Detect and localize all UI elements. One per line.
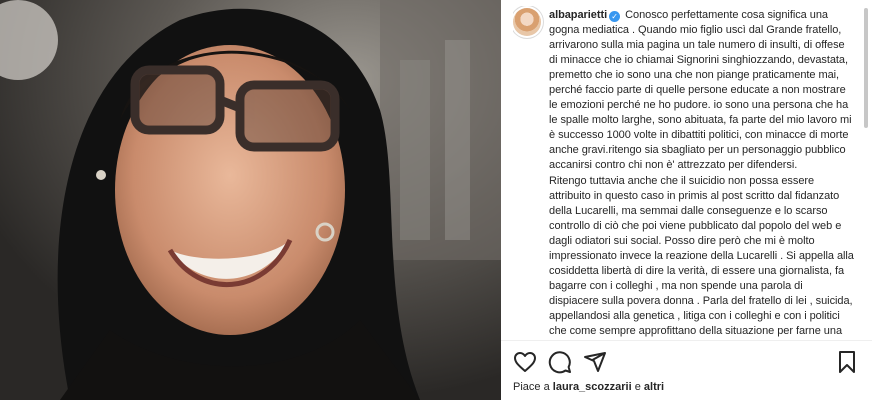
caption-text: albaparietti ✓ Conosco perfettamente cosa…: [549, 8, 855, 340]
caption-body: Conosco perfettamente cosa significa una…: [549, 9, 854, 337]
woman-portrait-image: [0, 0, 501, 400]
post-photo[interactable]: [0, 0, 501, 400]
comment-icon[interactable]: [548, 350, 572, 374]
bookmark-icon[interactable]: [835, 350, 859, 374]
action-bar: [513, 350, 859, 374]
post-detail-panel: albaparietti ✓ Conosco perfettamente cosa…: [501, 0, 872, 400]
username[interactable]: albaparietti: [549, 9, 607, 21]
liked-by-user[interactable]: laura_scozzarii: [553, 381, 632, 393]
likes-conj: e: [634, 381, 641, 393]
share-icon[interactable]: [583, 350, 607, 374]
verified-badge-icon: ✓: [609, 11, 621, 22]
avatar[interactable]: [513, 8, 541, 36]
caption-area[interactable]: albaparietti ✓ Conosco perfettamente cosa…: [513, 6, 855, 340]
heart-icon[interactable]: [513, 350, 537, 374]
likes-others-link[interactable]: altri: [644, 381, 664, 393]
scrollbar[interactable]: [864, 8, 868, 128]
divider: [501, 340, 872, 341]
likes-prefix: Piace a: [513, 381, 550, 393]
likes-summary: Piace a laura_scozzarii e altri: [513, 381, 664, 393]
